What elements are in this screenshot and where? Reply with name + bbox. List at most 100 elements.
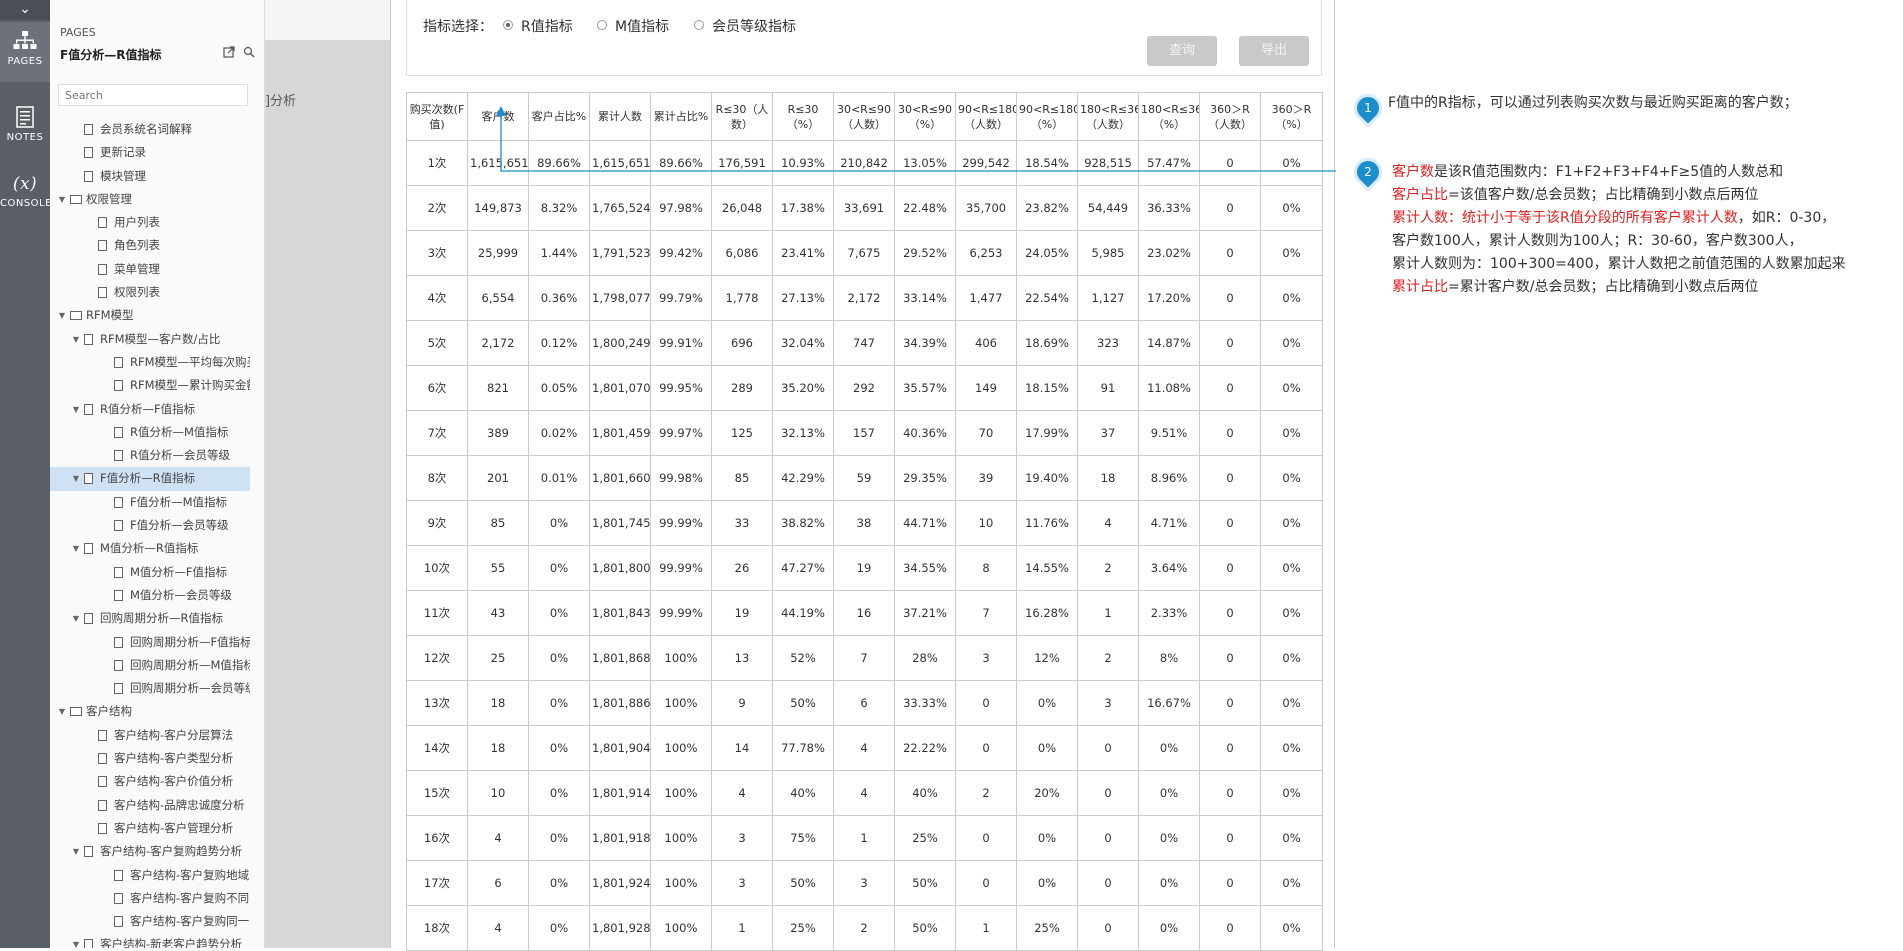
collapse-chevron-icon[interactable]: ⌄ [0, 0, 50, 20]
tree-expand-toggle-icon[interactable]: ▼ [71, 467, 81, 490]
table-cell: 100% [650, 725, 712, 771]
table-cell: 0% [528, 590, 590, 636]
table-cell: 0% [1138, 815, 1200, 861]
highlighted-term: 客户数 [1392, 164, 1434, 180]
page-tree-item[interactable]: M值分析—F值指标 [50, 561, 250, 584]
radio-dot[interactable] [694, 20, 704, 30]
table-cell: 1,798,077 [589, 275, 651, 321]
table-cell: 1,801,928 [589, 905, 651, 951]
radio-dot[interactable] [597, 20, 607, 30]
page-tree-item-label: M值分析—F值指标 [130, 564, 228, 579]
table-cell: 33,691 [833, 185, 895, 231]
table-cell: 13 [711, 635, 773, 681]
tree-expand-toggle-icon[interactable]: ▼ [57, 700, 67, 723]
export-button[interactable]: 导出 [1239, 36, 1309, 66]
radio-m-indicator[interactable]: M值指标 [597, 16, 669, 36]
table-cell: 25,999 [467, 230, 529, 276]
page-tree-item[interactable]: ▼ F值分析—R值指标 [50, 467, 250, 491]
page-tree-item[interactable]: 回购周期分析—F值指标 [50, 631, 250, 654]
column-header: 360＞R（人数） [1199, 92, 1261, 141]
table-cell: 2 [1077, 635, 1139, 681]
page-file-icon [98, 799, 107, 811]
table-cell: 7次 [406, 410, 468, 456]
page-tree-item[interactable]: 客户结构-客户复购不同 [50, 887, 250, 910]
table-row: 3次 25,999 1.44% 1,791,523 99.42% 6,086 23.41% 7… [406, 230, 1323, 276]
page-tree-item[interactable]: 用户列表 [50, 211, 250, 234]
page-search-input[interactable] [58, 84, 248, 106]
table-cell: 0% [528, 545, 590, 591]
tree-expand-toggle-icon[interactable]: ▼ [71, 328, 81, 351]
page-tree-item[interactable]: ▼ 权限管理 [50, 188, 250, 211]
table-cell: 389 [467, 410, 529, 456]
export-page-icon[interactable] [222, 46, 236, 60]
page-tree-item[interactable]: RFM模型—累计购买金额 [50, 374, 250, 397]
table-cell: 0 [1199, 320, 1261, 366]
page-tree-item[interactable]: 客户结构-客户分层算法 [50, 724, 250, 747]
page-tree-item[interactable]: 客户结构-客户复购同一 [50, 910, 250, 933]
page-tree-item[interactable]: 菜单管理 [50, 258, 250, 281]
page-tree-item[interactable]: 客户结构-客户价值分析 [50, 770, 250, 793]
table-row: 6次 821 0.05% 1,801,070 99.95% 289 35.20% 292 35.… [406, 365, 1323, 411]
tree-expand-toggle-icon[interactable]: ▼ [57, 304, 67, 327]
tree-expand-toggle-icon[interactable]: ▼ [71, 537, 81, 560]
tree-expand-toggle-icon[interactable]: ▼ [71, 398, 81, 421]
page-tree-item[interactable]: ▼ 回购周期分析—R值指标 [50, 607, 250, 630]
page-tree-item[interactable]: 会员系统名词解释 [50, 118, 250, 141]
page-tree-item[interactable]: 客户结构-客户管理分析 [50, 817, 250, 840]
table-cell: 299,542 [955, 140, 1017, 186]
table-cell: 18次 [406, 905, 468, 951]
page-tree-item[interactable]: RFM模型—平均每次购买 [50, 351, 250, 374]
search-page-icon[interactable] [242, 46, 256, 60]
page-tree-item[interactable]: ▼ RFM模型 [50, 304, 250, 327]
tree-expand-toggle-icon[interactable]: ▼ [71, 607, 81, 630]
table-cell: 50% [894, 905, 956, 951]
annotation-2-text: 客户数是该R值范围数内：F1+F2+F3+F4+F≥5值的人数总和 客户占比=该值… [1392, 161, 1846, 299]
table-row: 11次 43 0% 1,801,843 99.99% 19 44.19% 16 37.21% 7 1… [406, 590, 1323, 636]
page-tree-item[interactable]: F值分析—M值指标 [50, 491, 250, 514]
page-tree-item[interactable]: 权限列表 [50, 281, 250, 304]
tree-expand-toggle-icon[interactable]: ▼ [57, 188, 67, 211]
page-file-icon [98, 753, 107, 765]
page-tree-item[interactable]: ▼ RFM模型—客户数/占比 [50, 328, 250, 351]
table-cell: 38.82% [772, 500, 834, 546]
query-button[interactable]: 查询 [1147, 36, 1217, 66]
page-tree-item[interactable]: 客户结构-客户复购地域 [50, 864, 250, 887]
page-tree-item[interactable]: 角色列表 [50, 234, 250, 257]
page-tree-item[interactable]: ▼ 客户结构-客户复购趋势分析 [50, 840, 250, 863]
radio-dot[interactable] [503, 20, 513, 30]
page-tree-item[interactable]: 模块管理 [50, 165, 250, 188]
page-tree-item-label: 菜单管理 [114, 261, 160, 276]
page-tree-item[interactable]: 客户结构-客户类型分析 [50, 747, 250, 770]
table-row: 10次 55 0% 1,801,800 99.99% 26 47.27% 19 34.55% 8 1… [406, 545, 1323, 591]
page-tree-item-label: 客户结构-客户分层算法 [114, 727, 234, 742]
table-cell: 0% [1260, 275, 1323, 321]
page-tree-item[interactable]: F值分析—会员等级 [50, 514, 250, 537]
page-tree-item[interactable]: 客户结构-品牌忠诚度分析 [50, 794, 250, 817]
pages-tab[interactable]: PAGES [0, 22, 50, 82]
tree-expand-toggle-icon[interactable]: ▼ [71, 840, 81, 863]
page-tree-item[interactable]: ▼ M值分析—R值指标 [50, 537, 250, 560]
annotation-text: 客户数100人，累计人数则为100人；R：30-60，客户数300人， [1392, 233, 1803, 249]
page-tree-item[interactable]: 回购周期分析—会员等级 [50, 677, 250, 700]
table-cell: 0% [1260, 185, 1323, 231]
page-tree-item[interactable]: R值分析—会员等级 [50, 444, 250, 467]
radio-r-indicator[interactable]: R值指标 [503, 16, 573, 36]
column-header: 客户占比% [528, 92, 590, 141]
table-cell: 10.93% [772, 140, 834, 186]
table-cell: 210,842 [833, 140, 895, 186]
page-tree-item[interactable]: 回购周期分析—M值指标 [50, 654, 250, 677]
page-tree-item[interactable]: ▼ 客户结构-新老客户趋势分析 [50, 933, 250, 948]
page-tree-item[interactable]: ▼ R值分析—F值指标 [50, 398, 250, 421]
page-tree-item[interactable]: M值分析—会员等级 [50, 584, 250, 607]
table-cell: 2 [1077, 545, 1139, 591]
table-cell: 292 [833, 365, 895, 411]
table-cell: 35.57% [894, 365, 956, 411]
page-tree-item[interactable]: 更新记录 [50, 141, 250, 164]
notes-tab[interactable]: NOTES [0, 98, 50, 150]
console-tab[interactable]: (x) CONSOLE [0, 172, 51, 222]
radio-member-level-indicator[interactable]: 会员等级指标 [694, 16, 796, 36]
page-tree-item[interactable]: ▼ 客户结构 [50, 700, 250, 723]
page-tree-item[interactable]: R值分析—M值指标 [50, 421, 250, 444]
tree-expand-toggle-icon[interactable]: ▼ [71, 933, 81, 948]
table-cell: 0% [1016, 860, 1078, 906]
